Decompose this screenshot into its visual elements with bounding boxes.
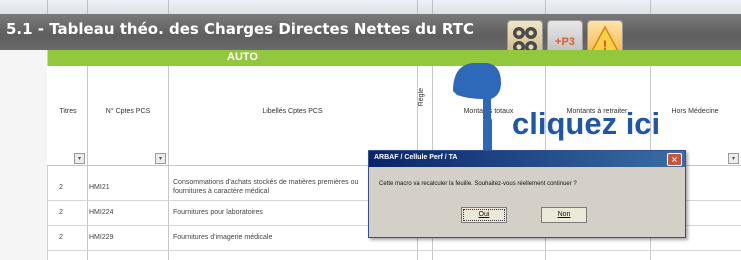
row-titre: 2	[59, 209, 63, 216]
auto-section-band	[47, 50, 741, 66]
yes-button-label: Oui	[478, 211, 490, 218]
no-button[interactable]: Non	[541, 207, 587, 223]
column-header-hors-medecine: Hors Médecine	[671, 108, 719, 115]
column-divider	[87, 0, 88, 14]
dialog-message: Cette macro va recalculer la feuille. So…	[379, 181, 577, 187]
column-header-regle: Règle	[418, 88, 425, 107]
column-header-n-cptes-pcs: N° Cptes PCS	[105, 108, 151, 115]
row-compte: HMI21	[89, 184, 110, 191]
row-header-column	[0, 50, 48, 260]
column-divider	[650, 0, 651, 14]
dialog-title-bar: ARBAF / Cellule Perf / TA ×	[369, 151, 685, 167]
column-divider	[47, 0, 48, 14]
row-compte: HMI224	[89, 209, 114, 216]
column-divider	[432, 0, 433, 14]
row-libelle: Fournitures pour laboratoires	[173, 209, 263, 216]
column-divider	[417, 0, 418, 14]
column-divider	[168, 0, 169, 14]
confirm-dialog: ARBAF / Cellule Perf / TA × Cette macro …	[368, 150, 686, 238]
row-libelle: Consommations d'achats stockés de matièr…	[173, 179, 359, 195]
column-header-titres: Titres	[59, 108, 77, 115]
yes-button[interactable]: Oui	[461, 207, 507, 223]
row-compte: HMI229	[89, 234, 114, 241]
svg-text:+P3: +P3	[555, 36, 575, 48]
row-titre: 2	[59, 234, 63, 241]
row-libelle: Fournitures d'imagerie médicale	[173, 234, 273, 241]
column-header-libelles: Libellés Cptes PCS	[262, 108, 323, 115]
filter-dropdown-button[interactable]: ▾	[728, 153, 739, 164]
column-header-strip	[0, 0, 741, 15]
row-titre: 2	[59, 184, 63, 191]
filter-dropdown-button[interactable]: ▾	[155, 153, 166, 164]
filter-dropdown-button[interactable]: ▾	[74, 153, 85, 164]
close-icon[interactable]: ×	[667, 153, 682, 166]
click-here-callout: cliquez ici	[512, 106, 661, 141]
sheet-title: 5.1 - Tableau théo. des Charges Directes…	[6, 20, 475, 38]
dialog-title: ARBAF / Cellule Perf / TA	[374, 154, 458, 161]
column-divider	[545, 0, 546, 14]
auto-section-label: AUTO	[227, 51, 258, 63]
no-button-label: Non	[557, 211, 571, 218]
